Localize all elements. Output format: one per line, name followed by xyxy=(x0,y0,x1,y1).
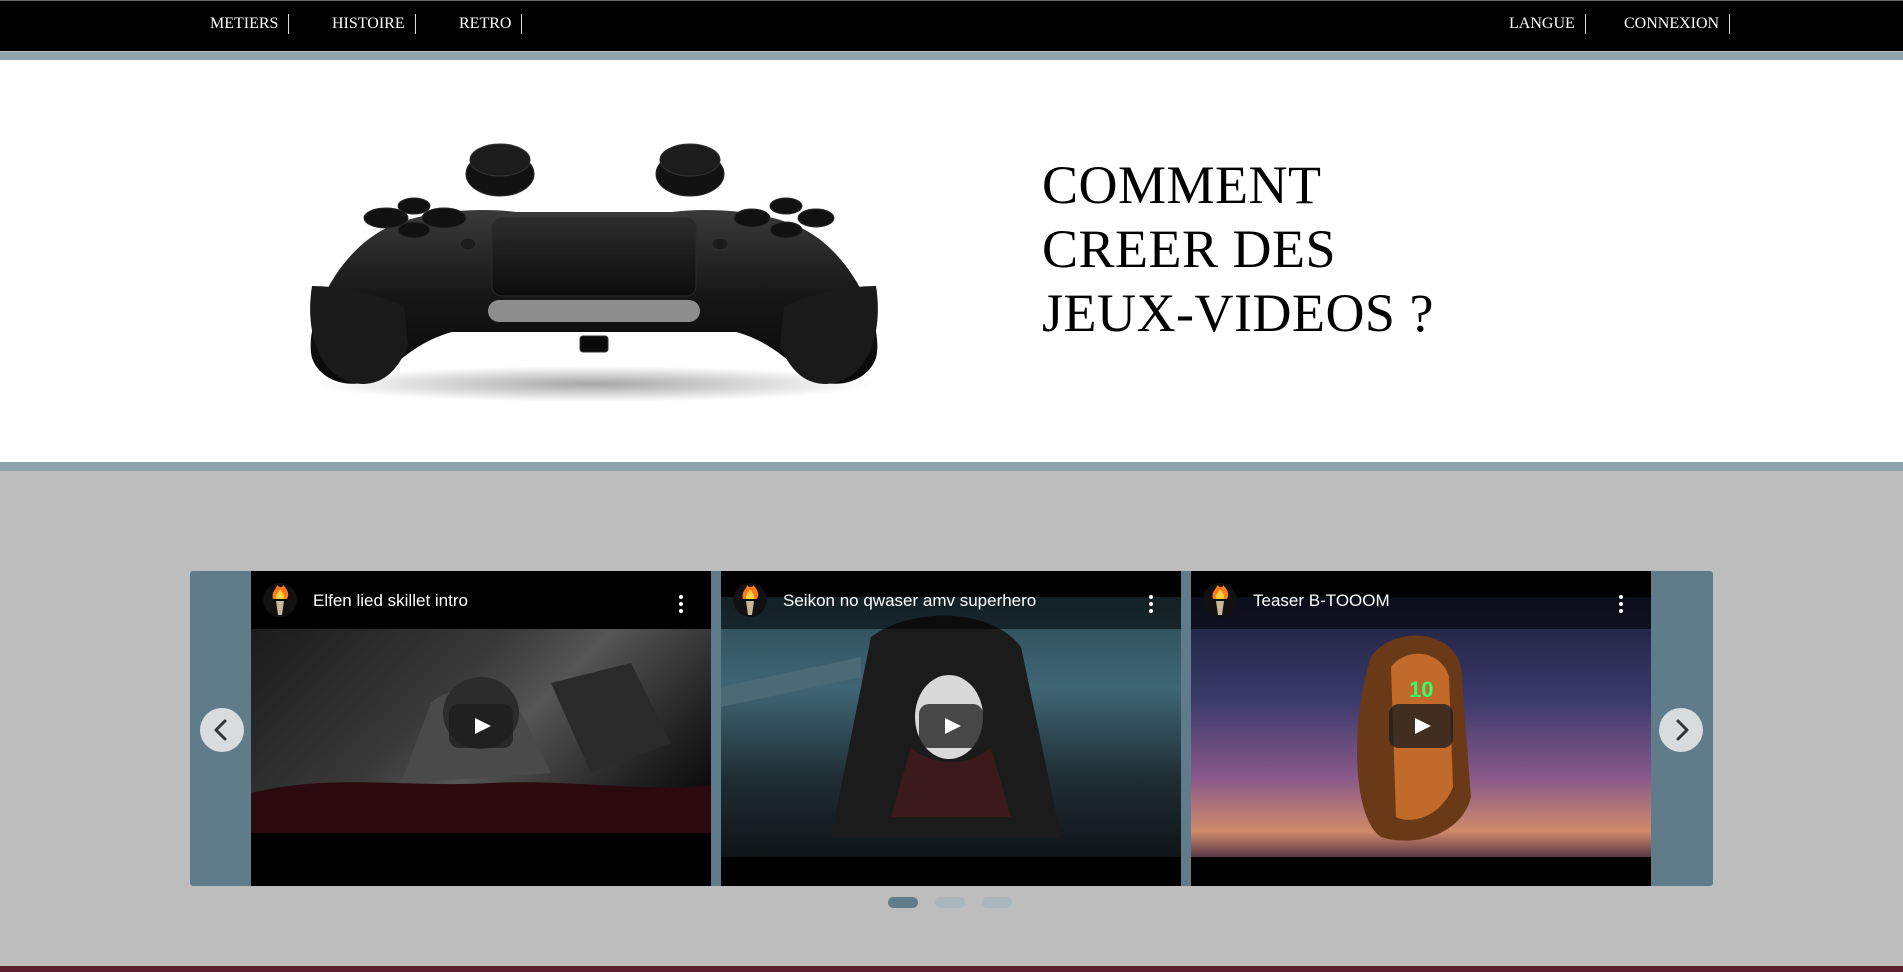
play-button[interactable] xyxy=(449,704,513,748)
hero-title-line-2: CREER DES xyxy=(1042,219,1337,279)
nav-link-connexion[interactable]: CONNEXION xyxy=(1624,14,1731,34)
more-vert-icon[interactable] xyxy=(1619,595,1623,613)
chevron-left-icon xyxy=(214,719,227,741)
more-vert-icon[interactable] xyxy=(679,595,683,613)
torch-icon xyxy=(1203,583,1237,617)
video-title[interactable]: Teaser B-TOOOM xyxy=(1253,591,1390,611)
torch-icon xyxy=(733,583,767,617)
bottom-strip xyxy=(0,966,1903,972)
more-vert-icon[interactable] xyxy=(1149,595,1153,613)
video-title[interactable]: Seikon no qwaser amv superhero xyxy=(783,591,1036,611)
hero-title-line-3: JEUX-VIDEOS ? xyxy=(1042,283,1434,343)
video-header: Elfen lied skillet intro xyxy=(251,571,711,629)
play-icon xyxy=(1415,718,1431,734)
nav-link-retro[interactable]: RETRO xyxy=(459,14,523,34)
nav-link-histoire[interactable]: HISTOIRE xyxy=(332,14,416,34)
hero-title: COMMENT CREER DES JEUX-VIDEOS ? xyxy=(1042,153,1522,345)
video-header: Teaser B-TOOOM xyxy=(1191,571,1651,629)
svg-text:10: 10 xyxy=(1409,677,1433,702)
top-navbar: METIERS HISTOIRE RETRO LANGUE CONNEXION xyxy=(0,0,1903,61)
carousel-prev-button[interactable] xyxy=(200,708,244,752)
video-card[interactable]: Elfen lied skillet intro xyxy=(251,571,711,886)
play-button[interactable] xyxy=(1389,704,1453,748)
carousel-dot-1[interactable] xyxy=(888,897,918,908)
video-title[interactable]: Elfen lied skillet intro xyxy=(313,591,468,611)
video-header: Seikon no qwaser amv superhero xyxy=(721,571,1181,629)
video-card[interactable]: 10 Teaser B-TOOOM xyxy=(1191,571,1651,886)
hero-title-line-1: COMMENT xyxy=(1042,155,1322,215)
nav-link-metiers[interactable]: METIERS xyxy=(210,14,290,34)
video-card[interactable]: Seikon no qwaser amv superhero xyxy=(721,571,1181,886)
hero-section: COMMENT CREER DES JEUX-VIDEOS ? xyxy=(0,60,1903,471)
nav-link-langue[interactable]: LANGUE xyxy=(1509,14,1586,34)
hero-accent-bar xyxy=(0,462,1903,471)
carousel-next-button[interactable] xyxy=(1659,708,1703,752)
carousel-dot-3[interactable] xyxy=(982,897,1012,908)
chevron-right-icon xyxy=(1676,719,1689,741)
torch-icon xyxy=(263,583,297,617)
gamepad-image xyxy=(310,143,878,402)
play-icon xyxy=(475,718,491,734)
play-button[interactable] xyxy=(919,704,983,748)
carousel-dot-2[interactable] xyxy=(935,897,965,908)
video-carousel: Elfen lied skillet intro Seikon no qwase… xyxy=(190,571,1713,886)
play-icon xyxy=(945,718,961,734)
